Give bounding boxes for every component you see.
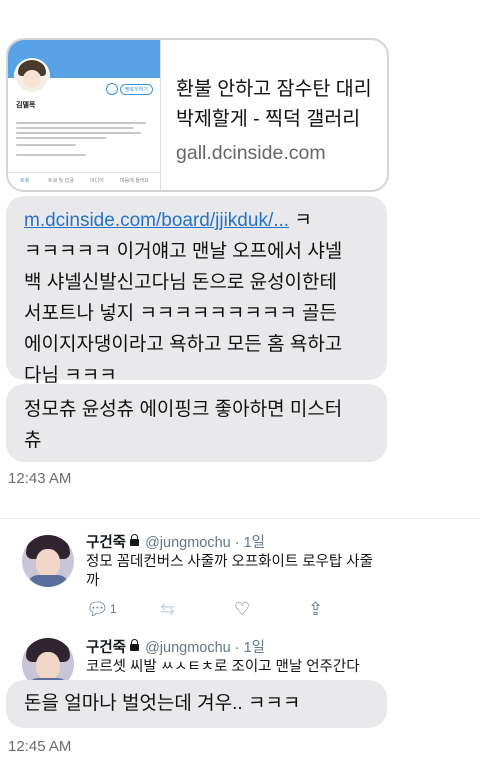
- message-timestamp: 12:43 AM: [8, 470, 72, 487]
- retweet-icon: ⇆: [160, 599, 176, 619]
- message-bubble[interactable]: 돈을 얼마나 벌엇는데 겨우.. ㅋㅋㅋ: [6, 680, 387, 728]
- stats-line: [16, 154, 86, 156]
- message-bubble[interactable]: m.dcinside.com/board/jjikduk/... ㅋ ㅋㅋㅋㅋㅋ…: [6, 196, 387, 386]
- tweet-screenshot[interactable]: 구건죽 @jungmochu · 1일 정모 꼼데컨버스 사줄까 오프화이트 로…: [0, 518, 480, 632]
- tweet-header: 구건죽 @jungmochu · 1일: [86, 639, 266, 656]
- message-bubble[interactable]: 정모츄 윤성츄 에이핑크 좋아하면 미스터 츄: [6, 384, 387, 462]
- message-line: 에이지자댕이라고 욕하고 모든 홈 욕하고: [24, 334, 343, 355]
- tweet-handle: @jungmochu: [145, 535, 231, 551]
- link-preview-thumbnail: 팔로우하기 김델목 트윗 트윗 및 답글 미디어 마음에 들어요: [8, 40, 161, 190]
- message-line: m.dcinside.com/board/jjikduk/... ㅋ: [24, 205, 377, 236]
- message-line: 서포트나 넣지 ㅋㅋㅋㅋㅋㅋㅋㅋㅋ 골든: [24, 303, 337, 324]
- bio-line: [16, 127, 134, 129]
- tweet-time: 1일: [243, 640, 266, 656]
- lock-icon: [130, 534, 140, 546]
- profile-avatar: [14, 58, 50, 94]
- share-icon: ⇪: [308, 599, 324, 619]
- message-timestamp: 12:45 AM: [8, 738, 72, 755]
- tweet-author-name: 구건죽: [86, 640, 127, 656]
- tweet-header: 구건죽 @jungmochu · 1일: [86, 534, 266, 551]
- link-preview-domain: gall.dcinside.com: [176, 142, 326, 164]
- tab-media: 미디어: [90, 178, 104, 184]
- link-preview-title-line2: 박제할게 - 찍덕 갤러리: [176, 108, 361, 130]
- bio-line: [16, 122, 146, 124]
- tweet-text: 코르셋 씨발 ㅆㅅㅌㅊ로 조이고 맨날 언주간다: [86, 659, 360, 675]
- tab-tweets-replies: 트윗 및 답글: [48, 178, 74, 184]
- tweet-handle: @jungmochu: [145, 640, 231, 656]
- link-preview-text: 환불 안하고 잠수탄 대리 박제할게 - 찍덕 갤러리 gall.dcinsid…: [176, 74, 372, 168]
- message-link[interactable]: m.dcinside.com/board/jjikduk/...: [24, 210, 289, 231]
- message-line: 돈을 얼마나 벌엇는데 겨우.. ㅋㅋㅋ: [24, 693, 301, 714]
- follow-button: 팔로우하기: [120, 84, 154, 95]
- link-preview-title-line1: 환불 안하고 잠수탄 대리: [176, 78, 372, 100]
- like-icon: ♡: [234, 599, 251, 619]
- profile-tabs: 트윗 트윗 및 답글 미디어 마음에 들어요: [8, 172, 160, 190]
- tweet-text-line: 까: [86, 573, 100, 589]
- tab-likes: 마음에 들어요: [120, 178, 149, 184]
- profile-name: 김델목: [16, 102, 36, 109]
- message-line: 츄: [24, 430, 42, 451]
- tweet-text: 정모 꼼데컨버스 사줄까 오프화이트 로우탑 사줄 까: [86, 553, 470, 591]
- tab-tweets: 트윗: [20, 178, 30, 184]
- message-icon: [106, 83, 118, 95]
- reply-count: 1: [109, 602, 117, 616]
- tweet-avatar: [22, 535, 74, 587]
- reply-icon: 💬︎1: [86, 599, 117, 619]
- message-line: 백 샤넬신발신고다님 돈으로 윤성이한테: [24, 272, 337, 293]
- message-text: ㅋ: [289, 210, 312, 231]
- tweet-screenshot[interactable]: 구건죽 @jungmochu · 1일 코르셋 씨발 ㅆㅅㅌㅊ로 조이고 맨날 …: [0, 630, 480, 690]
- tweet-time: 1일: [243, 535, 266, 551]
- lock-icon: [130, 639, 140, 651]
- message-line: ㅋㅋㅋㅋㅋ 이거얘고 맨날 오프에서 샤넬: [24, 241, 343, 262]
- bio-line: [16, 137, 106, 139]
- tweet-author-name: 구건죽: [86, 535, 127, 551]
- tweet-actions: 💬︎1 ⇆ ♡ ⇪: [86, 599, 346, 621]
- message-line: 정모츄 윤성츄 에이핑크 좋아하면 미스터: [24, 399, 343, 420]
- tweet-text-line: 정모 꼼데컨버스 사줄까 오프화이트 로우탑 사줄: [86, 554, 373, 570]
- bio-line: [16, 144, 76, 146]
- link-preview-card[interactable]: 팔로우하기 김델목 트윗 트윗 및 답글 미디어 마음에 들어요 환불 안하고 …: [6, 38, 389, 192]
- bio-line: [16, 132, 141, 134]
